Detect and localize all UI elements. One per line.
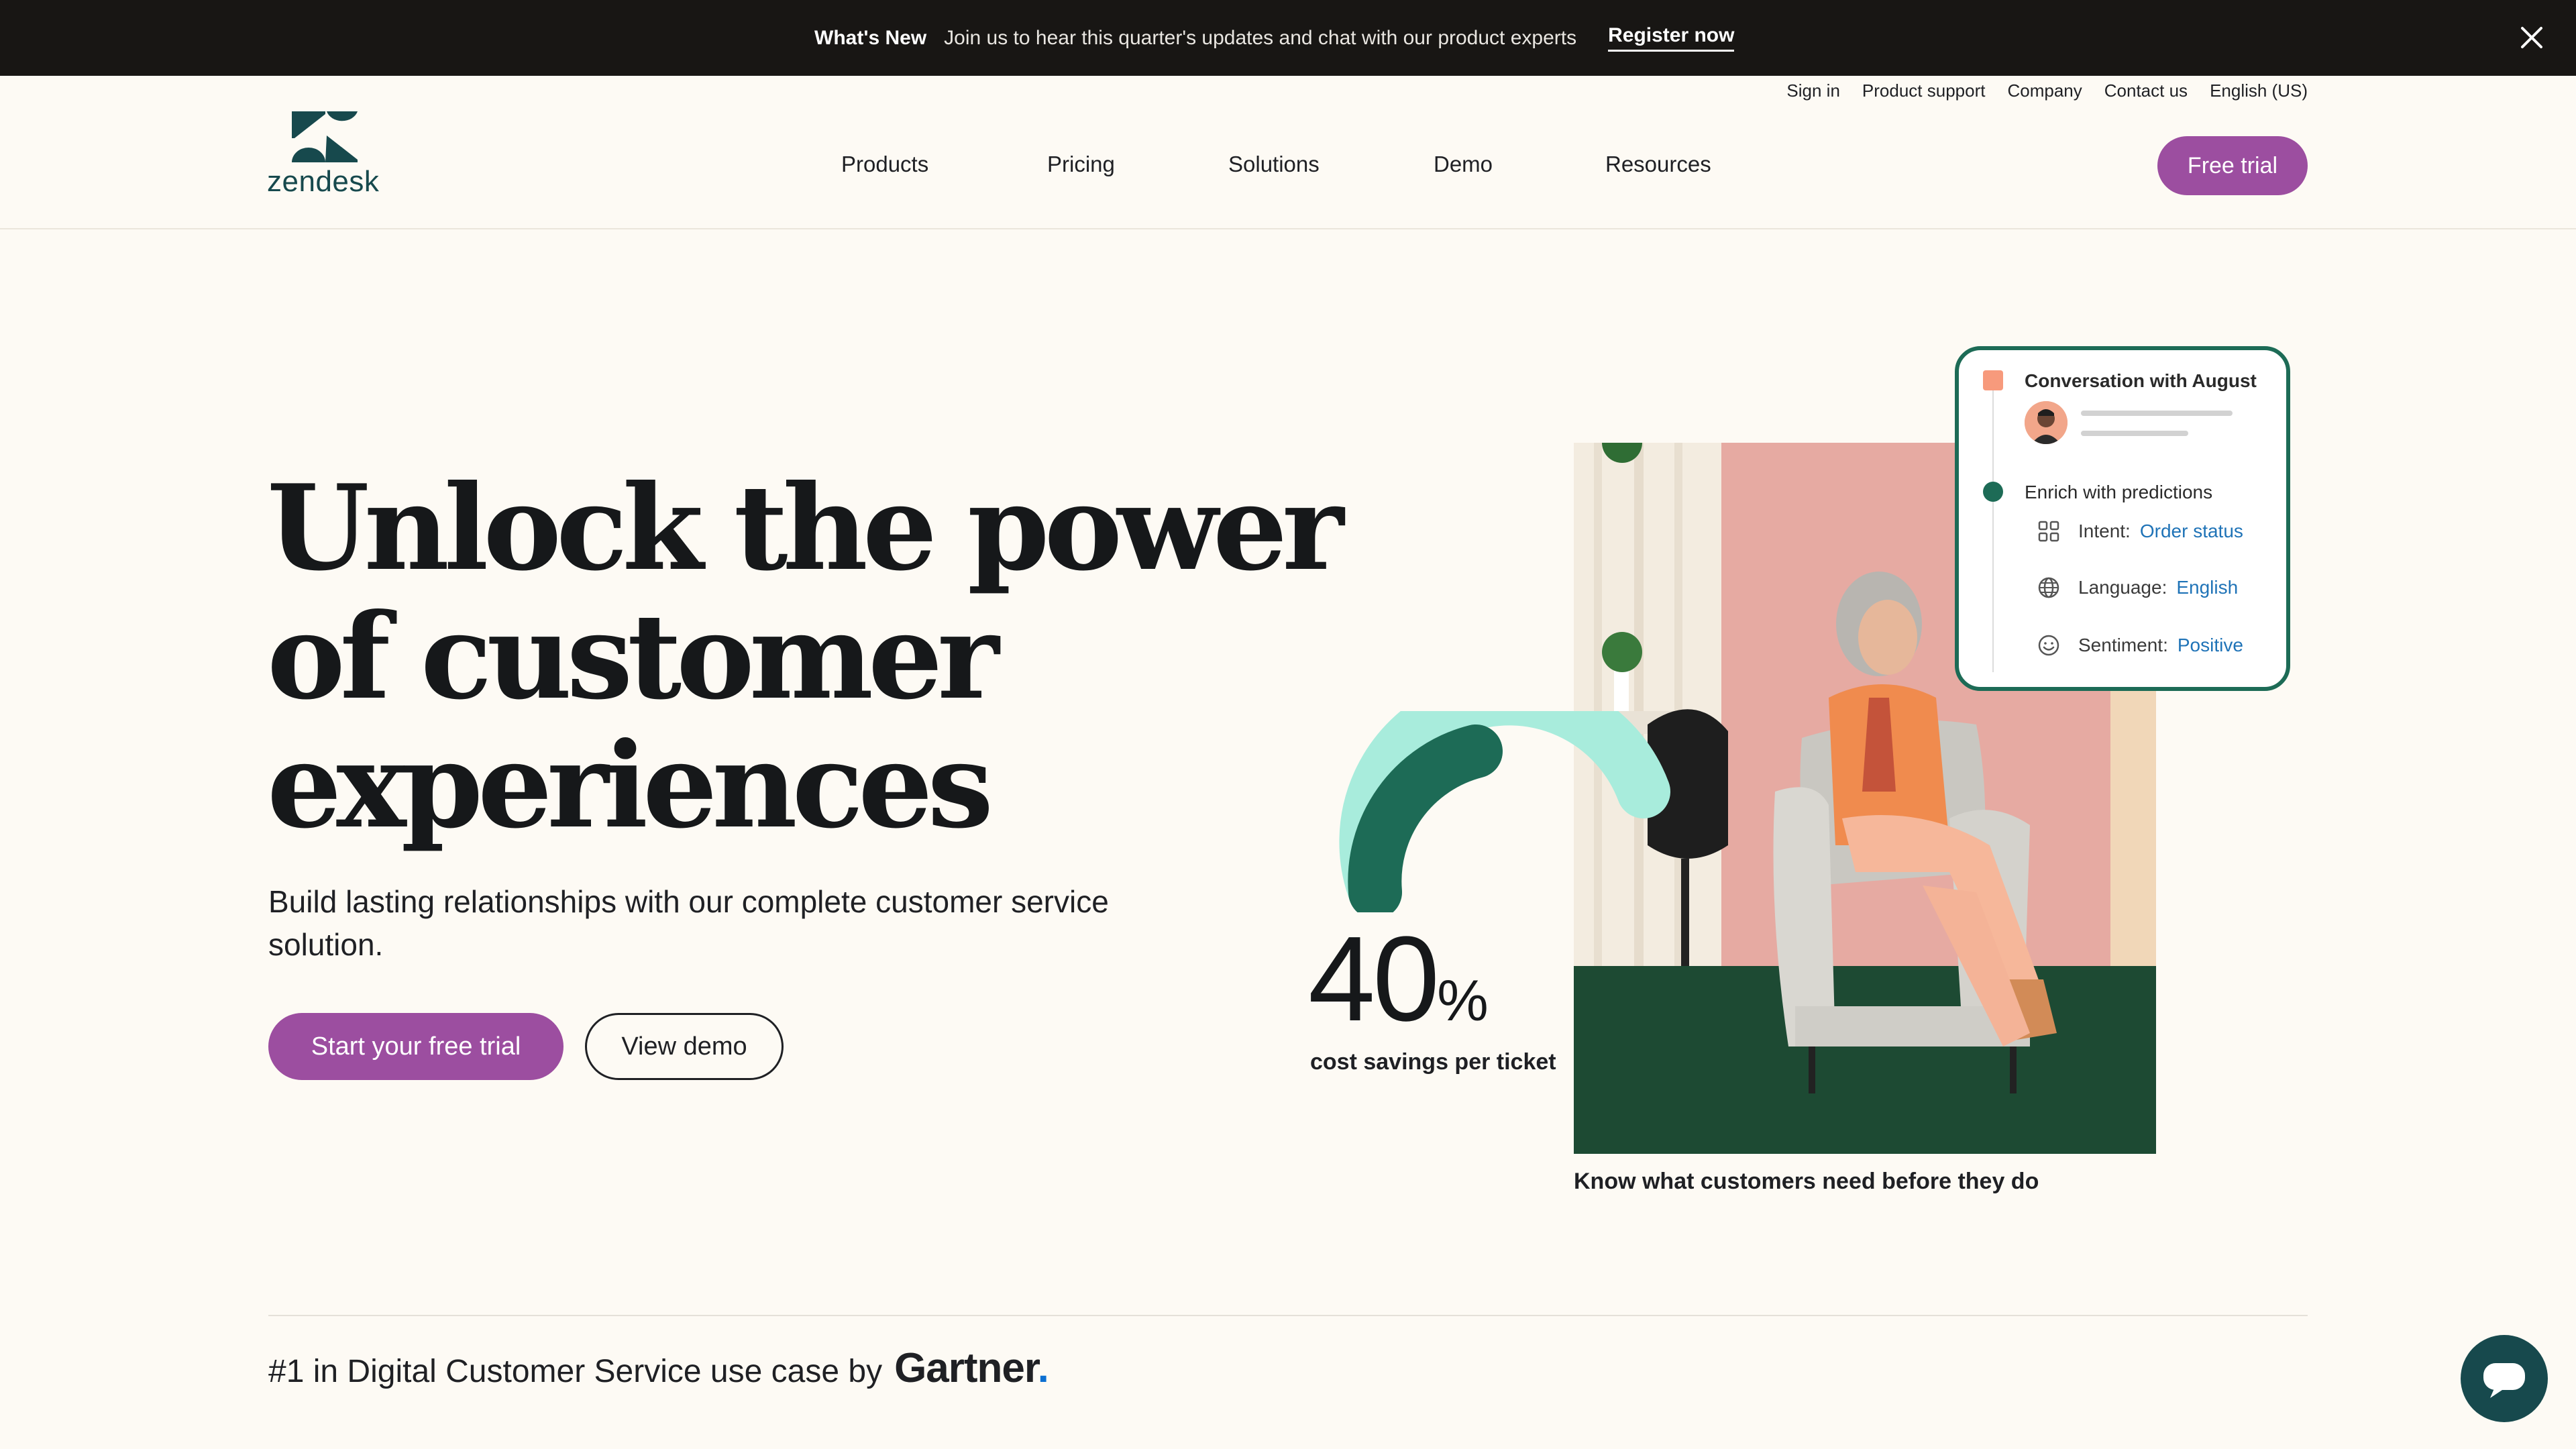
- avatar: [2025, 401, 2068, 444]
- announcement-message: Join us to hear this quarter's updates a…: [944, 26, 1577, 49]
- hero-title-line: of customer: [267, 588, 1000, 726]
- announcement: What's New Join us to hear this quarter'…: [814, 0, 1735, 76]
- chat-bubble-icon: [2483, 1363, 2525, 1398]
- section-divider: [268, 1315, 2308, 1316]
- intent-label: Intent:: [2078, 521, 2131, 541]
- language-label: Language:: [2078, 577, 2167, 598]
- enrich-label: Enrich with predictions: [2025, 482, 2213, 502]
- message-placeholder-line: [2081, 411, 2233, 416]
- hero-title-line: Unlock the power: [267, 460, 1344, 597]
- free-trial-button[interactable]: Free trial: [2157, 136, 2308, 195]
- step-dot-icon: [1983, 482, 2003, 502]
- message-placeholder-line: [2081, 431, 2188, 436]
- photo-caption: Know what customers need before they do: [1574, 1169, 2039, 1194]
- language-selector[interactable]: English (US): [2210, 80, 2308, 101]
- stat-unit: %: [1437, 969, 1489, 1033]
- nav-resources[interactable]: Resources: [1605, 152, 1711, 177]
- gartner-text: #1 in Digital Customer Service use case …: [268, 1354, 883, 1389]
- savings-gauge-arc: [1339, 711, 1670, 912]
- header-divider: [0, 228, 2576, 229]
- language-value: English: [2176, 577, 2239, 598]
- chat-launcher-button[interactable]: [2461, 1335, 2548, 1422]
- view-demo-button[interactable]: View demo: [585, 1013, 784, 1080]
- language-row: Language: English: [2035, 574, 2238, 601]
- sentiment-row: Sentiment: Positive: [2035, 632, 2243, 659]
- hero-title: Unlock the power of customer experiences: [267, 460, 1344, 855]
- grid-icon: [2038, 521, 2059, 542]
- company-link[interactable]: Company: [2007, 80, 2082, 101]
- close-icon[interactable]: [2517, 23, 2546, 52]
- savings-stat: 40%: [1308, 919, 1489, 1040]
- product-support-link[interactable]: Product support: [1862, 80, 1986, 101]
- stat-caption: cost savings per ticket: [1310, 1049, 1556, 1075]
- nav-pricing[interactable]: Pricing: [1047, 152, 1115, 177]
- hero-subtitle: Build lasting relationships with our com…: [268, 884, 1109, 962]
- nav-demo[interactable]: Demo: [1434, 152, 1493, 177]
- gartner-recognition: #1 in Digital Customer Service use case …: [268, 1344, 1049, 1392]
- register-now-link[interactable]: Register now: [1608, 24, 1735, 52]
- intent-row: Intent: Order status: [2035, 518, 2243, 545]
- announcement-bar: What's New Join us to hear this quarter'…: [0, 0, 2576, 76]
- smiley-icon: [2038, 635, 2059, 656]
- timeline-line: [1992, 377, 1994, 672]
- nav-solutions[interactable]: Solutions: [1228, 152, 1320, 177]
- sentiment-label: Sentiment:: [2078, 635, 2168, 655]
- announcement-label: What's New: [814, 26, 927, 49]
- intent-value: Order status: [2139, 521, 2243, 541]
- sentiment-value: Positive: [2177, 635, 2243, 655]
- start-free-trial-button[interactable]: Start your free trial: [268, 1013, 564, 1080]
- conversation-title: Conversation with August: [2025, 370, 2257, 391]
- stat-value: 40: [1308, 912, 1440, 1046]
- nav-products[interactable]: Products: [841, 152, 928, 177]
- gartner-brand: Gartner: [894, 1345, 1038, 1391]
- conversation-square-icon: [1983, 370, 2003, 390]
- gartner-logo: Gartner.: [894, 1344, 1049, 1392]
- utility-nav: Sign in Product support Company Contact …: [1786, 80, 2308, 101]
- conversation-card: Conversation with August Enrich with pre…: [1955, 346, 2290, 691]
- gartner-brand-dot: .: [1037, 1345, 1049, 1391]
- hero-title-line: experiences: [267, 717, 994, 855]
- sign-in-link[interactable]: Sign in: [1786, 80, 1840, 101]
- globe-icon: [2038, 577, 2059, 598]
- contact-us-link[interactable]: Contact us: [2104, 80, 2188, 101]
